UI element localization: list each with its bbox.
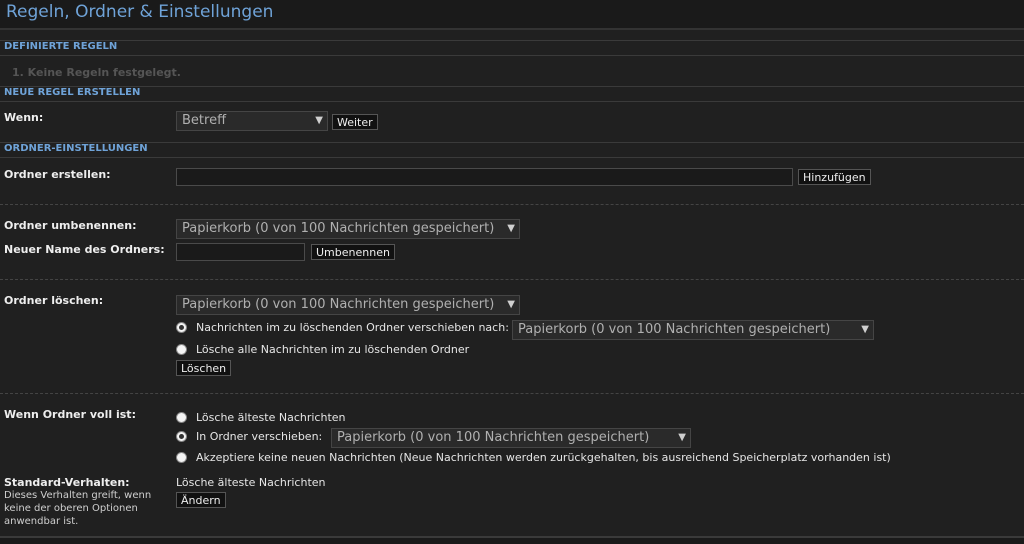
new-name-input[interactable] (176, 243, 305, 261)
create-folder-label: Ordner erstellen: (4, 168, 111, 181)
delete-oldest-radio[interactable] (176, 412, 187, 423)
section-new-rule: NEUE REGEL ERSTELLEN (0, 86, 1024, 102)
divider (0, 279, 1024, 280)
section-title: NEUE REGEL ERSTELLEN (4, 87, 141, 98)
section-title: ORDNER-EINSTELLUNGEN (4, 143, 148, 154)
delete-all-label: Lösche alle Nachrichten im zu löschenden… (196, 343, 470, 356)
divider (0, 393, 1024, 394)
delete-oldest-label: Lösche älteste Nachrichten (196, 411, 346, 424)
move-messages-label: Nachrichten im zu löschenden Ordner vers… (196, 321, 509, 334)
chevron-down-icon: ▼ (861, 324, 869, 335)
chevron-down-icon: ▼ (678, 432, 686, 443)
section-defined-rules: DEFINIERTE REGELN (0, 40, 1024, 56)
section-folder-settings: ORDNER-EINSTELLUNGEN (0, 142, 1024, 158)
move-target-select[interactable]: Papierkorb (0 von 100 Nachrichten gespei… (512, 320, 874, 340)
when-label: Wenn: (4, 111, 44, 124)
rename-folder-label: Ordner umbenennen: (4, 219, 137, 232)
default-behavior-value: Lösche älteste Nachrichten (176, 476, 326, 489)
delete-folder-label: Ordner löschen: (4, 294, 104, 307)
section-title: DEFINIERTE REGELN (4, 41, 118, 52)
rename-folder-select-value: Papierkorb (0 von 100 Nachrichten gespei… (182, 221, 495, 236)
change-button[interactable]: Ändern (176, 492, 226, 508)
delete-folder-select[interactable]: Papierkorb (0 von 100 Nachrichten gespei… (176, 295, 520, 315)
chevron-down-icon: ▼ (507, 299, 515, 310)
create-folder-input[interactable] (176, 168, 793, 186)
next-button[interactable]: Weiter (332, 114, 378, 130)
move-messages-radio[interactable] (176, 322, 187, 333)
move-to-folder-radio[interactable] (176, 431, 187, 442)
default-behavior-description: Dieses Verhalten greift, wenn keine der … (4, 490, 152, 527)
page-title: Regeln, Ordner & Einstellungen (6, 2, 274, 22)
page-header: Regeln, Ordner & Einstellungen (0, 0, 1024, 30)
delete-folder-select-value: Papierkorb (0 von 100 Nachrichten gespei… (182, 297, 495, 312)
chevron-down-icon: ▼ (315, 115, 323, 126)
default-behavior-label: Standard-Verhalten: (4, 476, 130, 489)
delete-button[interactable]: Löschen (176, 360, 232, 376)
full-move-target-select[interactable]: Papierkorb (0 von 100 Nachrichten gespei… (331, 428, 691, 448)
folder-full-label: Wenn Ordner voll ist: (4, 408, 136, 421)
rename-folder-select[interactable]: Papierkorb (0 von 100 Nachrichten gespei… (176, 219, 520, 239)
when-select[interactable]: Betreff ▼ (176, 111, 328, 131)
move-target-select-value: Papierkorb (0 von 100 Nachrichten gespei… (518, 322, 831, 337)
full-move-target-select-value: Papierkorb (0 von 100 Nachrichten gespei… (337, 430, 650, 445)
add-folder-button[interactable]: Hinzufügen (798, 169, 871, 185)
new-name-label: Neuer Name des Ordners: (4, 243, 165, 256)
footer-bar (0, 536, 1024, 544)
empty-rules-text: 1. Keine Regeln festgelegt. (12, 66, 181, 79)
rename-button[interactable]: Umbenennen (311, 244, 395, 260)
accept-none-label: Akzeptiere keine neuen Nachrichten (Neue… (196, 451, 891, 464)
accept-none-radio[interactable] (176, 452, 187, 463)
delete-all-radio[interactable] (176, 344, 187, 355)
chevron-down-icon: ▼ (507, 223, 515, 234)
move-to-folder-label: In Ordner verschieben: (196, 430, 323, 443)
when-select-value: Betreff (182, 113, 227, 128)
divider (0, 204, 1024, 205)
